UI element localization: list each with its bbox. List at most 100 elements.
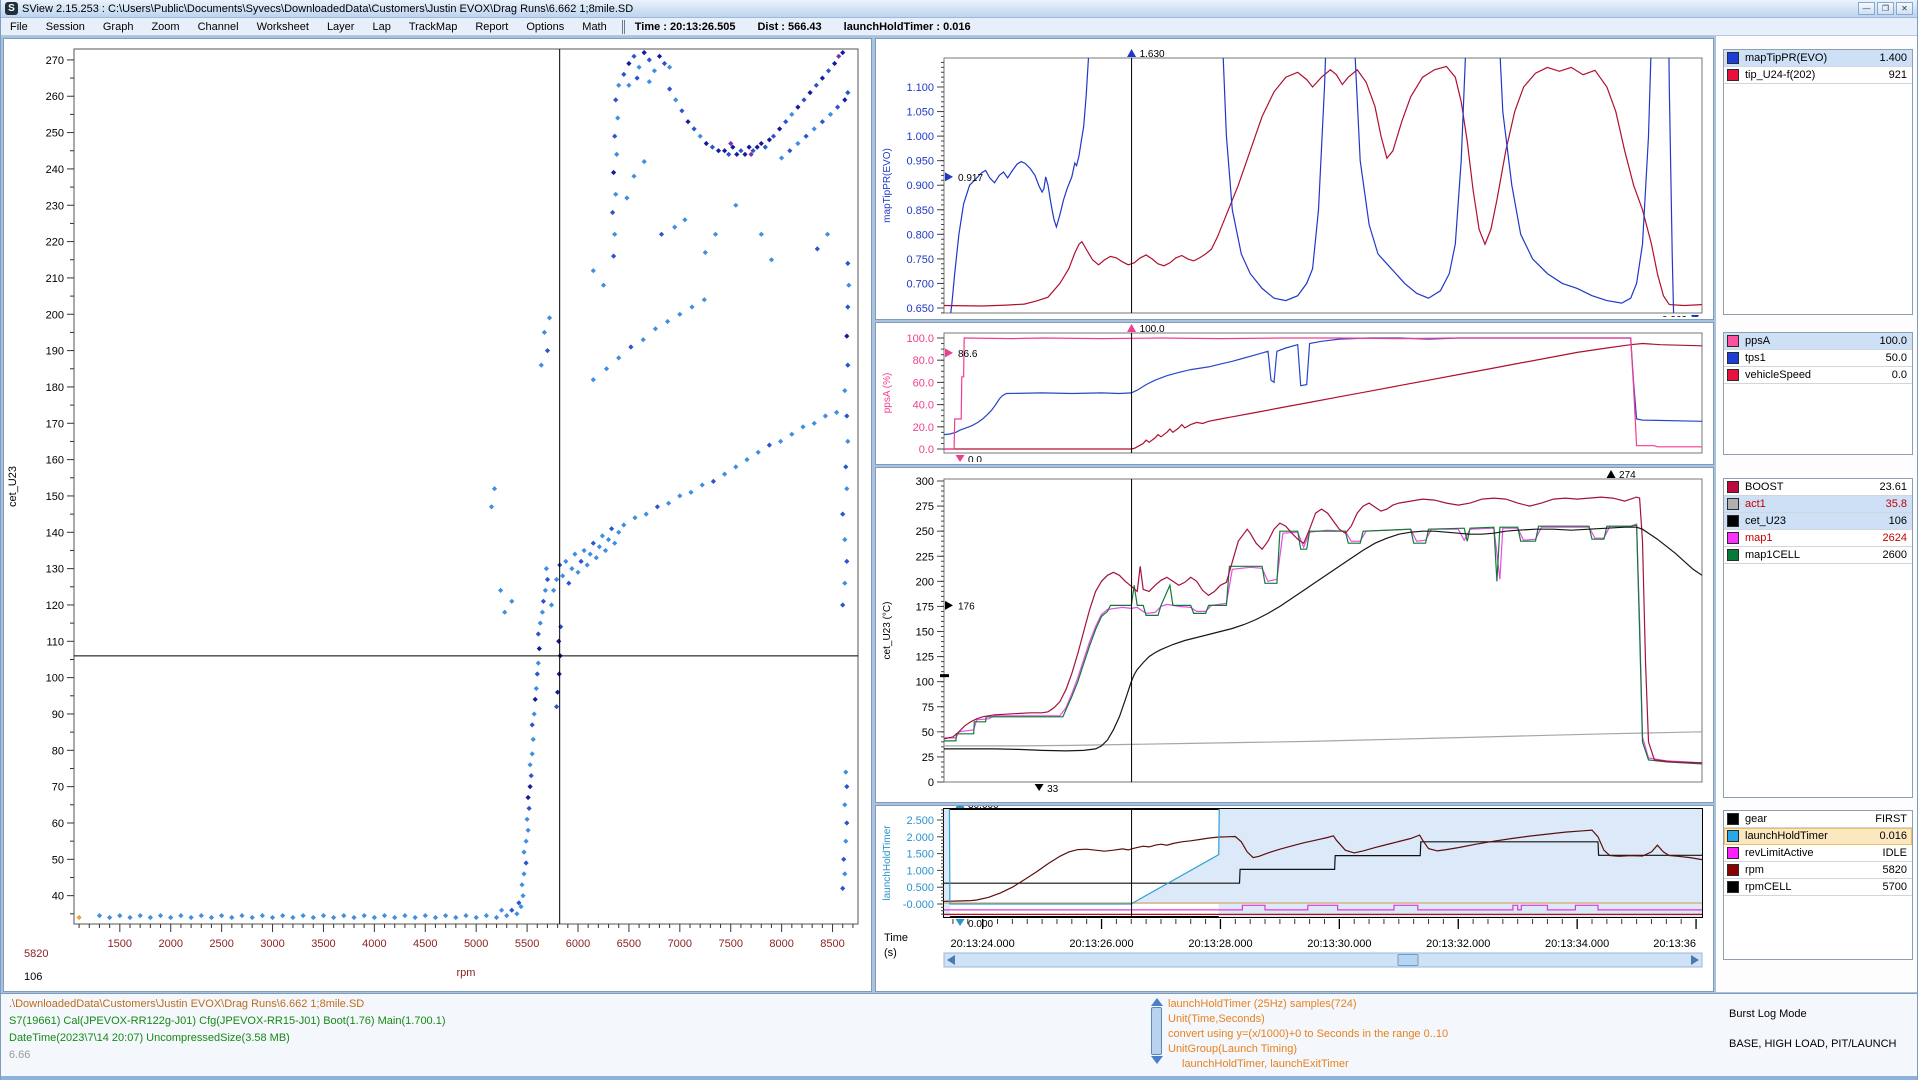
svg-text:80: 80	[52, 745, 64, 757]
menu-math[interactable]: Math	[573, 19, 615, 35]
svg-text:6000: 6000	[566, 938, 590, 950]
svg-text:0.500: 0.500	[906, 882, 934, 894]
svg-text:120: 120	[46, 600, 64, 612]
svg-text:20:13:28.000: 20:13:28.000	[1188, 938, 1252, 950]
channel-info-line: launchHoldTimer (25Hz) samples(724)	[1168, 998, 1357, 1010]
scroll-down-icon[interactable]	[1151, 1056, 1163, 1064]
svg-text:150: 150	[46, 491, 64, 503]
svg-text:20:13:36: 20:13:36	[1653, 938, 1696, 950]
channel-color-chip	[1727, 335, 1739, 347]
svg-text:100.0: 100.0	[1140, 324, 1165, 335]
channel-name: launchHoldTimer	[1745, 830, 1875, 842]
burst-log-mode-label: Burst Log Mode	[1729, 1008, 1807, 1020]
svg-text:1.100: 1.100	[906, 82, 934, 94]
svg-text:0.750: 0.750	[906, 254, 934, 266]
svg-text:275: 275	[916, 501, 934, 513]
launch-svg: -0.0000.5001.0001.5002.0002.500launchHol…	[876, 806, 1713, 989]
svg-text:2.000: 2.000	[906, 832, 934, 844]
svg-text:90: 90	[52, 709, 64, 721]
svg-text:50: 50	[922, 727, 934, 739]
chart-launchholdtimer[interactable]: -0.0000.5001.0001.5002.0002.500launchHol…	[875, 805, 1714, 992]
channel-color-chip	[1727, 515, 1739, 527]
channel-value: 23.61	[1879, 481, 1907, 493]
scroll-thumb[interactable]	[1151, 1007, 1162, 1055]
chart-cet-u23[interactable]: 0255075100125150175200225250275300cet_U2…	[875, 467, 1714, 803]
svg-text:20:13:32.000: 20:13:32.000	[1426, 938, 1490, 950]
svg-text:0.000: 0.000	[968, 919, 993, 930]
menu-graph[interactable]: Graph	[94, 19, 143, 35]
app-icon: S	[5, 2, 18, 15]
channel-name: rpmCELL	[1745, 881, 1879, 893]
title-bar[interactable]: S SView 2.15.253 : C:\Users\Public\Docum…	[1, 0, 1917, 18]
time-scrollbar[interactable]	[944, 953, 1702, 967]
chart-ppsa[interactable]: 0.020.040.060.080.0100.0ppsA (%)100.086.…	[875, 322, 1714, 465]
menu-layer[interactable]: Layer	[318, 19, 364, 35]
legend-row-tps1[interactable]: tps150.0	[1724, 350, 1912, 367]
menu-options[interactable]: Options	[517, 19, 573, 35]
legend-row-vehicleSpeed[interactable]: vehicleSpeed0.0	[1724, 367, 1912, 384]
scatter-plot-panel[interactable]: 4050607080901001101201301401501601701801…	[3, 38, 872, 992]
legend-row-act1[interactable]: act135.8	[1724, 496, 1912, 513]
legend-row-rpmCELL[interactable]: rpmCELL 5700	[1724, 879, 1912, 896]
svg-text:4000: 4000	[362, 938, 386, 950]
menu-worksheet[interactable]: Worksheet	[248, 19, 318, 35]
svg-text:240: 240	[46, 164, 64, 176]
svg-text:0.950: 0.950	[906, 156, 934, 168]
menu-zoom[interactable]: Zoom	[142, 19, 188, 35]
svg-text:86.6: 86.6	[958, 349, 978, 360]
channel-value: 100.0	[1879, 335, 1907, 347]
svg-text:220: 220	[46, 237, 64, 249]
svg-text:1.050: 1.050	[906, 107, 934, 119]
legend-row-cet_U23[interactable]: cet_U23106	[1724, 513, 1912, 530]
channel-value: 106	[1889, 515, 1907, 527]
menu-file[interactable]: File	[1, 19, 37, 35]
minimize-button[interactable]: —	[1858, 2, 1875, 15]
legend-row-revLimitActive[interactable]: revLimitActiveIDLE	[1724, 845, 1912, 862]
svg-text:1.000: 1.000	[906, 131, 934, 143]
svg-text:cet_U23: cet_U23	[7, 466, 19, 507]
svg-text:40: 40	[52, 891, 64, 903]
svg-text:150: 150	[916, 627, 934, 639]
pps-svg: 0.020.040.060.080.0100.0ppsA (%)100.086.…	[876, 323, 1713, 462]
svg-text:170: 170	[46, 418, 64, 430]
svg-text:0.650: 0.650	[906, 303, 934, 315]
channel-info-scrollbar[interactable]	[1149, 997, 1164, 1071]
svg-text:0.262: 0.262	[1662, 315, 1687, 317]
chart-maptippr[interactable]: 0.6500.7000.7500.8000.8500.9000.9501.000…	[875, 38, 1714, 320]
menu-lap[interactable]: Lap	[363, 19, 399, 35]
menu-channel[interactable]: Channel	[189, 19, 248, 35]
legend-row-rpm[interactable]: rpm5820	[1724, 862, 1912, 879]
legend-row-ppsA[interactable]: ppsA100.0	[1724, 333, 1912, 350]
log-groups-label: BASE, HIGH LOAD, PIT/LAUNCH	[1729, 1038, 1896, 1050]
menu-trackmap[interactable]: TrackMap	[400, 19, 467, 35]
channel-value: 1.400	[1879, 52, 1907, 64]
svg-text:110: 110	[46, 636, 64, 648]
status-footer: .\DownloadedData\Customers\Justin EVOX\D…	[1, 993, 1917, 1076]
ecu-cal-info: S7(19661) Cal(JPEVOX-RR122g-J01) Cfg(JPE…	[9, 1015, 446, 1027]
legend-row-map1CELL[interactable]: map1CELL 2600	[1724, 547, 1912, 564]
legend-row-BOOST[interactable]: BOOST23.61	[1724, 479, 1912, 496]
channel-value: 5820	[1883, 864, 1907, 876]
legend-row-mapTipPR(EVO)[interactable]: mapTipPR(EVO)1.400	[1724, 50, 1912, 67]
time-scroll-thumb[interactable]	[1398, 955, 1418, 966]
menu-session[interactable]: Session	[37, 19, 94, 35]
menu-report[interactable]: Report	[466, 19, 517, 35]
svg-text:1500: 1500	[108, 938, 132, 950]
svg-text:0.917: 0.917	[958, 173, 983, 184]
channel-name: map1CELL	[1745, 549, 1879, 561]
legend-row-map1[interactable]: map12624	[1724, 530, 1912, 547]
channel-value: 5700	[1883, 881, 1907, 893]
channel-value: 2600	[1883, 549, 1907, 561]
scroll-up-icon[interactable]	[1151, 998, 1163, 1006]
legend-row-gear[interactable]: gearFIRST	[1724, 811, 1912, 828]
close-button[interactable]: ✕	[1896, 2, 1913, 15]
svg-text:20:13:26.000: 20:13:26.000	[1069, 938, 1133, 950]
legend-box-0: mapTipPR(EVO)1.400tip_U24-f(202)921	[1723, 49, 1913, 315]
channel-name: gear	[1745, 813, 1871, 825]
legend-row-tip_U24-f(202)[interactable]: tip_U24-f(202)921	[1724, 67, 1912, 84]
svg-text:3500: 3500	[311, 938, 335, 950]
svg-text:106: 106	[24, 971, 42, 983]
channel-name: vehicleSpeed	[1745, 369, 1888, 381]
legend-row-launchHoldTimer[interactable]: launchHoldTimer0.016	[1724, 828, 1912, 845]
maximize-button[interactable]: ❐	[1877, 2, 1894, 15]
